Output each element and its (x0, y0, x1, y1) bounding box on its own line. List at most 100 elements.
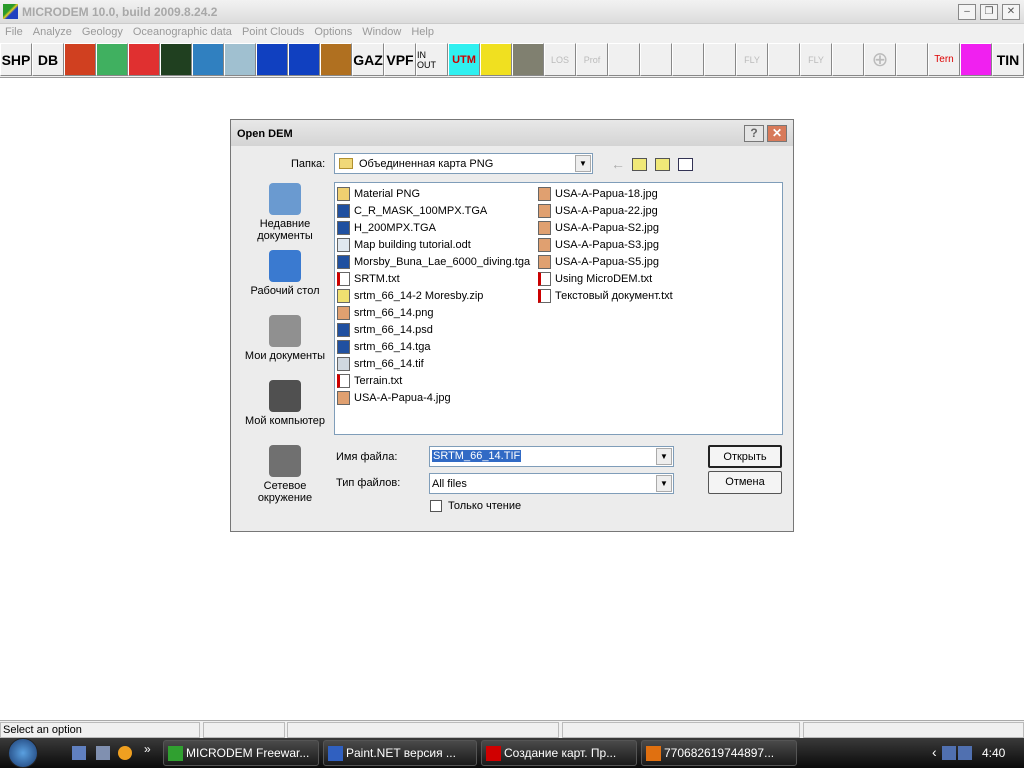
switch-windows-icon[interactable] (96, 746, 110, 760)
desktop-icon (269, 250, 301, 282)
taskbar-task[interactable]: Paint.NET версия ... (323, 740, 477, 766)
file-item[interactable]: USA-A-Papua-S2.jpg (538, 219, 659, 236)
globe-icon[interactable] (256, 43, 288, 76)
vpf-button[interactable]: VPF (384, 43, 416, 76)
nautical-chart-icon[interactable] (224, 43, 256, 76)
file-item[interactable]: srtm_66_14.png (337, 304, 434, 321)
dialog-close-button[interactable]: ✕ (767, 125, 787, 142)
file-item[interactable]: USA-A-Papua-18.jpg (538, 185, 658, 202)
taskbar-task[interactable]: 770682619744897... (641, 740, 797, 766)
filename-input[interactable]: SRTM_66_14.TIF ▼ (429, 446, 674, 467)
menu-window[interactable]: Window (357, 24, 406, 40)
gaz-button[interactable]: GAZ (352, 43, 384, 76)
chevron-down-icon[interactable]: ▼ (575, 155, 591, 172)
close-button[interactable]: ✕ (1002, 4, 1020, 20)
up-folder-icon[interactable] (632, 158, 647, 171)
file-item[interactable]: SRTM.txt (337, 270, 400, 287)
file-list[interactable]: Material PNG C_R_MASK_100MPX.TGA H_200MPX.… (334, 182, 783, 435)
place-3[interactable]: Мой компьютер (236, 380, 334, 427)
globe-target-icon[interactable] (288, 43, 320, 76)
file-item[interactable]: Morsby_Buna_Lae_6000_diving.tga (337, 253, 530, 270)
file-item[interactable]: USA-A-Papua-22.jpg (538, 202, 658, 219)
sun-icon[interactable] (480, 43, 512, 76)
fly-button-2[interactable]: FLY (800, 43, 832, 76)
network-icon[interactable] (942, 746, 956, 760)
view-menu-icon[interactable] (678, 158, 693, 171)
los-button[interactable]: LOS (544, 43, 576, 76)
place-1[interactable]: Рабочий стол (236, 250, 334, 297)
map-overlay-icon[interactable] (64, 43, 96, 76)
readonly-checkbox[interactable] (430, 500, 442, 512)
tin-button[interactable]: TIN (992, 43, 1024, 76)
mesh-icon-2[interactable] (640, 43, 672, 76)
menu-file[interactable]: File (0, 24, 28, 40)
file-item[interactable]: srtm_66_14.tga (337, 338, 430, 355)
db-button[interactable]: DB (32, 43, 64, 76)
target-rings-icon[interactable] (768, 43, 800, 76)
filetype-value: All files (432, 478, 467, 490)
menu-geology[interactable]: Geology (77, 24, 128, 40)
quicklaunch-more-icon[interactable]: » (144, 742, 151, 756)
menu-options[interactable]: Options (309, 24, 357, 40)
file-item[interactable]: Terrain.txt (337, 372, 402, 389)
media-player-icon[interactable] (118, 746, 132, 760)
menu-analyze[interactable]: Analyze (28, 24, 77, 40)
building-icon[interactable] (704, 43, 736, 76)
utm-button[interactable]: UTM (448, 43, 480, 76)
back-icon[interactable]: ← (611, 156, 625, 172)
satellite-image-icon[interactable] (160, 43, 192, 76)
stratigraphy-icon[interactable] (960, 43, 992, 76)
file-item[interactable]: srtm_66_14.psd (337, 321, 433, 338)
moon-icon[interactable] (512, 43, 544, 76)
restore-button[interactable]: ❐ (980, 4, 998, 20)
menu-oceanographic-data[interactable]: Oceanographic data (128, 24, 237, 40)
mesh-icon-3[interactable] (672, 43, 704, 76)
taskbar-task[interactable]: MICRODEM Freewar... (163, 740, 319, 766)
file-item[interactable]: USA-A-Papua-S5.jpg (538, 253, 659, 270)
minimize-button[interactable]: – (958, 4, 976, 20)
chevron-down-icon[interactable]: ▼ (656, 475, 672, 492)
file-item[interactable]: Material PNG (337, 185, 420, 202)
folder-dropdown[interactable]: Объединенная карта PNG ▼ (334, 153, 593, 174)
menu-point-clouds[interactable]: Point Clouds (237, 24, 309, 40)
window-title: MICRODEM 10.0, build 2009.8.24.2 (22, 5, 218, 19)
in-out-button[interactable]: IN OUT (416, 43, 448, 76)
show-desktop-icon[interactable] (72, 746, 86, 760)
tiger-icon[interactable] (320, 43, 352, 76)
help-button[interactable]: ? (744, 125, 764, 142)
fly-button[interactable]: FLY (736, 43, 768, 76)
file-item[interactable]: USA-A-Papua-4.jpg (337, 389, 451, 406)
place-4[interactable]: Сетевое окружение (236, 445, 334, 504)
chevron-down-icon[interactable]: ▼ (656, 448, 672, 465)
network-icon[interactable] (958, 746, 972, 760)
file-item[interactable]: srtm_66_14-2 Moresby.zip (337, 287, 483, 304)
place-0[interactable]: Недавние документы (236, 183, 334, 242)
file-item[interactable]: Map building tutorial.odt (337, 236, 471, 253)
filetype-dropdown[interactable]: All files ▼ (429, 473, 674, 494)
start-button[interactable] (8, 738, 38, 768)
satellite-red-icon[interactable] (128, 43, 160, 76)
dem-map-icon[interactable] (96, 43, 128, 76)
file-item[interactable]: H_200MPX.TGA (337, 219, 436, 236)
file-item[interactable]: USA-A-Papua-S3.jpg (538, 236, 659, 253)
mesh-icon[interactable] (608, 43, 640, 76)
ternary-button[interactable]: Tern (928, 43, 960, 76)
file-item[interactable]: C_R_MASK_100MPX.TGA (337, 202, 487, 219)
open-button[interactable]: Открыть (708, 445, 782, 468)
shp-button[interactable]: SHP (0, 43, 32, 76)
menu-help[interactable]: Help (406, 24, 439, 40)
new-folder-icon[interactable] (655, 158, 670, 171)
cancel-button[interactable]: Отмена (708, 471, 782, 494)
cloud-icon[interactable] (832, 43, 864, 76)
profile-button[interactable]: Prof (576, 43, 608, 76)
wire-globe-icon[interactable] (896, 43, 928, 76)
file-item[interactable]: srtm_66_14.tif (337, 355, 424, 372)
crosshair-icon[interactable]: ⊕ (864, 43, 896, 76)
place-2[interactable]: Мои документы (236, 315, 334, 362)
3d-block-icon[interactable] (192, 43, 224, 76)
file-item[interactable]: Текстовый документ.txt (538, 287, 673, 304)
taskbar-task[interactable]: Создание карт. Пр... (481, 740, 637, 766)
tray-expand-icon[interactable]: ‹ (932, 744, 937, 760)
my-computer-icon (269, 380, 301, 412)
file-item[interactable]: Using MicroDEM.txt (538, 270, 652, 287)
